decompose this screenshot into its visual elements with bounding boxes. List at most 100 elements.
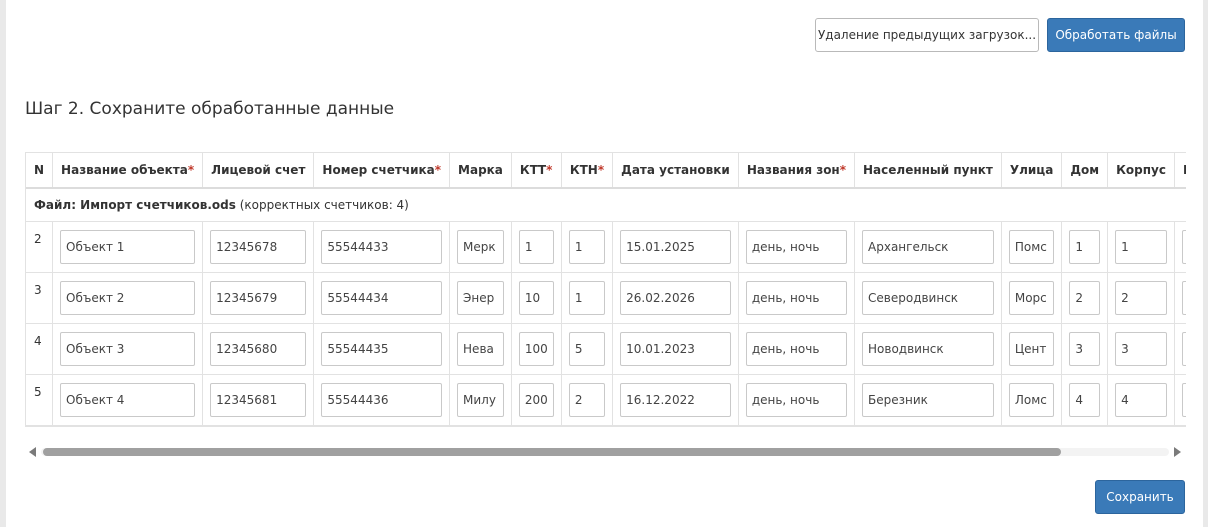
meter-number-input[interactable]: 55544436	[321, 382, 443, 417]
horizontal-scrollbar[interactable]	[25, 444, 1185, 460]
object-name-input[interactable]: Объект 2	[60, 280, 196, 315]
install-date-input[interactable]: 15.01.2025	[620, 229, 731, 264]
house-input[interactable]: 1	[1069, 229, 1101, 264]
ktn-input[interactable]: 1	[568, 229, 606, 264]
house-input[interactable]: 3	[1069, 331, 1101, 366]
column-header-apartment: Квартира	[1174, 153, 1186, 189]
brand-input[interactable]: Нева	[457, 331, 504, 366]
meter-number-input[interactable]: 55544434	[321, 280, 443, 315]
ktt-input[interactable]: 200	[518, 382, 554, 417]
required-marker: *	[597, 163, 605, 177]
street-input[interactable]: Помс	[1008, 229, 1055, 264]
scroll-left-arrow-icon[interactable]	[29, 447, 36, 457]
meter-number-input[interactable]: 55544433	[321, 229, 443, 264]
table-row: 3 Объект 2 12345679 55544434 Энер 10 1 26.02.20…	[26, 272, 1186, 324]
apartment-input[interactable]: 4	[1181, 382, 1186, 417]
apartment-input[interactable]: 3	[1181, 331, 1186, 366]
building-input[interactable]: 1	[1115, 229, 1167, 264]
building-input[interactable]: 4	[1115, 382, 1167, 417]
table-header-row: N Название объекта* Лицевой счет Номер счет…	[26, 153, 1186, 189]
page-frame-right	[1203, 0, 1208, 527]
cell-street: Ломс	[1001, 374, 1063, 426]
table-row: 2 Объект 1 12345678 55544433 Мерк 1 1 15.01.202…	[26, 221, 1186, 273]
column-header-label: Дата установки	[621, 163, 730, 177]
cell-account: 12345681	[202, 374, 315, 426]
building-input[interactable]: 3	[1115, 331, 1167, 366]
meter-number-input[interactable]: 55544435	[321, 331, 443, 366]
ktt-input[interactable]: 100	[518, 331, 554, 366]
house-input[interactable]: 4	[1069, 382, 1101, 417]
install-date-input[interactable]: 10.01.2023	[620, 331, 731, 366]
cell-apartment: 2	[1174, 272, 1186, 324]
install-date-input[interactable]: 16.12.2022	[620, 382, 731, 417]
zone-names-input[interactable]: день, ночь	[745, 280, 848, 315]
locality-input[interactable]: Новодвинск	[862, 331, 994, 366]
cell-zone-names: день, ночь	[738, 323, 856, 375]
column-header-install-date: Дата установки	[612, 153, 739, 189]
brand-input[interactable]: Энер	[457, 280, 504, 315]
column-header-account: Лицевой счет	[202, 153, 315, 189]
required-marker: *	[546, 163, 553, 177]
cell-brand: Мерк	[449, 221, 512, 273]
account-input[interactable]: 12345678	[210, 229, 307, 264]
zone-names-input[interactable]: день, ночь	[745, 229, 848, 264]
scroll-thumb[interactable]	[43, 448, 1061, 456]
cell-zone-names: день, ночь	[738, 272, 856, 324]
object-name-input[interactable]: Объект 1	[60, 229, 196, 264]
ktn-input[interactable]: 5	[568, 331, 606, 366]
street-input[interactable]: Цент	[1008, 331, 1055, 366]
object-name-input[interactable]: Объект 4	[60, 382, 196, 417]
column-header-label: КТТ	[519, 163, 547, 177]
column-header-label: КТН	[569, 163, 598, 177]
step-title: Шаг 2. Сохраните обработанные данные	[25, 99, 395, 119]
file-count-note: (корректных счетчиков: 4)	[239, 197, 409, 212]
street-input[interactable]: Морс	[1008, 280, 1055, 315]
column-header-label: Корпус	[1116, 163, 1166, 177]
scroll-right-arrow-icon[interactable]	[1174, 447, 1181, 457]
cell-meter-number: 55544434	[313, 272, 451, 324]
ktn-input[interactable]: 2	[568, 382, 606, 417]
file-row: Файл: Импорт счетчиков.ods (корректных с…	[26, 188, 1186, 222]
cell-street: Цент	[1001, 323, 1063, 375]
account-input[interactable]: 12345680	[210, 331, 307, 366]
ktt-input[interactable]: 1	[518, 229, 554, 264]
cell-apartment: 4	[1174, 374, 1186, 426]
required-marker: *	[434, 163, 442, 177]
account-input[interactable]: 12345679	[210, 280, 307, 315]
object-name-input[interactable]: Объект 3	[60, 331, 196, 366]
cell-meter-number: 55544436	[313, 374, 451, 426]
apartment-input[interactable]: 2	[1181, 280, 1186, 315]
cell-ktt: 100	[511, 323, 562, 375]
save-button[interactable]: Сохранить	[1095, 480, 1185, 514]
ktn-input[interactable]: 1	[568, 280, 606, 315]
row-number: 5	[26, 374, 54, 426]
locality-input[interactable]: Северодвинск	[862, 280, 994, 315]
ktt-input[interactable]: 10	[518, 280, 554, 315]
column-header-ktt: КТТ*	[511, 153, 562, 189]
brand-input[interactable]: Милу	[457, 382, 504, 417]
cell-zone-names: день, ночь	[738, 221, 856, 273]
brand-input[interactable]: Мерк	[457, 229, 504, 264]
building-input[interactable]: 2	[1115, 280, 1167, 315]
account-input[interactable]: 12345681	[210, 382, 307, 417]
zone-names-input[interactable]: день, ночь	[745, 331, 848, 366]
house-input[interactable]: 2	[1069, 280, 1101, 315]
column-header-label: N	[34, 163, 45, 177]
cell-house: 1	[1061, 221, 1109, 273]
cell-account: 12345678	[202, 221, 315, 273]
install-date-input[interactable]: 26.02.2026	[620, 280, 731, 315]
locality-input[interactable]: Березник	[862, 382, 994, 417]
column-header-n: N	[26, 153, 54, 189]
process-files-button[interactable]: Обработать файлы	[1047, 18, 1185, 52]
cell-street: Морс	[1001, 272, 1063, 324]
delete-previous-uploads-button[interactable]: Удаление предыдущих загрузок...	[815, 18, 1039, 52]
apartment-input[interactable]: 1	[1181, 229, 1186, 264]
zone-names-input[interactable]: день, ночь	[745, 382, 848, 417]
street-input[interactable]: Ломс	[1008, 382, 1055, 417]
cell-building: 2	[1107, 272, 1175, 324]
locality-input[interactable]: Архангельск	[862, 229, 994, 264]
cell-brand: Милу	[449, 374, 512, 426]
cell-install-date: 26.02.2026	[612, 272, 739, 324]
column-header-label: Квартира	[1183, 163, 1186, 177]
column-header-label: Дом	[1070, 163, 1100, 177]
